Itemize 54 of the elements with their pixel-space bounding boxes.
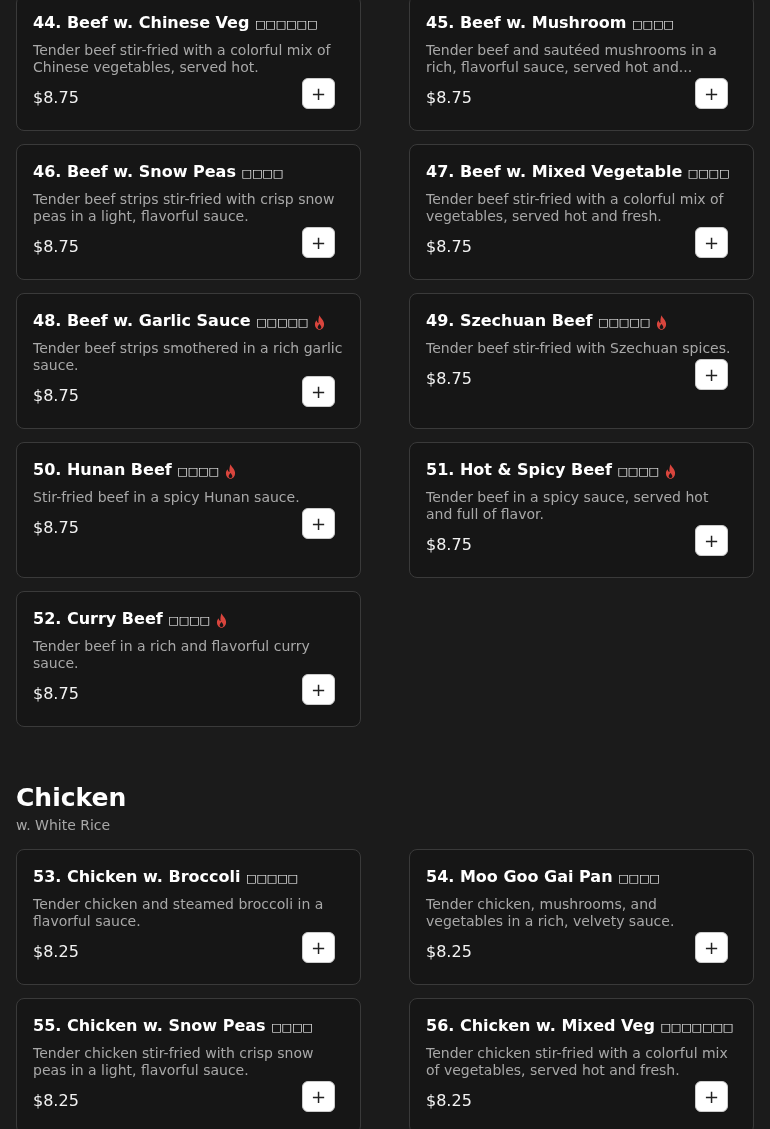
item-description: Tender chicken stir-fried with a colorful mix of vegetables, served hot and fresh. [426, 1045, 729, 1079]
add-button[interactable]: + [695, 78, 728, 109]
item-description: Tender beef stir-fried with a colorful mix of Chinese vegetables, served hot. [33, 42, 332, 76]
item-description: Tender beef strips smothered in a rich garlic sauce. [33, 340, 344, 374]
item-description: Tender beef stir-fried with Szechuan spices. [426, 340, 732, 357]
item-description: Tender beef and sautéed mushrooms in a rich, flavorful sauce, served hot and... [426, 42, 718, 76]
item-price: $8.75 [426, 535, 472, 555]
add-button[interactable]: + [302, 1081, 335, 1112]
item-name: 44. Beef w. Chinese Veg □□□□□□ [33, 12, 318, 34]
item-price: $8.75 [33, 684, 79, 704]
add-button[interactable]: + [695, 227, 728, 258]
item-description: Tender chicken and steamed broccoli in a flavorful sauce. [33, 896, 325, 930]
section-subtitle: w. White Rice [16, 817, 112, 833]
section-title: Chicken [16, 783, 128, 813]
item-description: Stir-fried beef in a spicy Hunan sauce. [33, 489, 301, 506]
add-button[interactable]: + [302, 932, 335, 963]
item-name: 56. Chicken w. Mixed Veg □□□□□□□ [426, 1015, 734, 1037]
item-name: 55. Chicken w. Snow Peas □□□□ [33, 1015, 313, 1037]
item-name: 52. Curry Beef □□□□ [33, 608, 210, 630]
item-price: $8.75 [33, 386, 79, 406]
item-name: 54. Moo Goo Gai Pan □□□□ [426, 866, 660, 888]
item-description: Tender beef stir-fried with a colorful mix of vegetables, served hot and fresh. [426, 191, 725, 225]
item-name: 47. Beef w. Mixed Vegetable □□□□ [426, 161, 730, 183]
item-description: Tender beef in a spicy sauce, served hot and full of flavor. [426, 489, 710, 523]
item-name: 51. Hot & Spicy Beef □□□□ [426, 459, 659, 481]
add-button[interactable]: + [302, 78, 335, 109]
item-price: $8.75 [33, 237, 79, 257]
item-price: $8.75 [426, 369, 472, 389]
item-name: 46. Beef w. Snow Peas □□□□ [33, 161, 284, 183]
add-button[interactable]: + [302, 674, 335, 705]
add-button[interactable]: + [695, 932, 728, 963]
item-name: 45. Beef w. Mushroom □□□□ [426, 12, 674, 34]
item-description: Tender chicken, mushrooms, and vegetables in a rich, velvety sauce. [426, 896, 676, 930]
add-button[interactable]: + [695, 525, 728, 556]
add-button[interactable]: + [302, 227, 335, 258]
item-price: $8.75 [426, 88, 472, 108]
item-description: Tender beef strips stir-fried with crisp snow peas in a light, flavorful sauce. [33, 191, 336, 225]
item-price: $8.25 [426, 942, 472, 962]
item-price: $8.75 [426, 237, 472, 257]
item-name: 53. Chicken w. Broccoli □□□□□ [33, 866, 298, 888]
add-button[interactable]: + [302, 376, 335, 407]
add-button[interactable]: + [695, 359, 728, 390]
item-description: Tender beef in a rich and flavorful curry sauce. [33, 638, 311, 672]
item-name: 49. Szechuan Beef □□□□□ [426, 310, 651, 332]
item-name: 50. Hunan Beef □□□□ [33, 459, 219, 481]
item-price: $8.25 [33, 942, 79, 962]
add-button[interactable]: + [695, 1081, 728, 1112]
item-price: $8.75 [33, 518, 79, 538]
add-button[interactable]: + [302, 508, 335, 539]
item-name: 48. Beef w. Garlic Sauce □□□□□ [33, 310, 309, 332]
item-price: $8.75 [33, 88, 79, 108]
item-description: Tender chicken stir-fried with crisp snow peas in a light, flavorful sauce. [33, 1045, 315, 1079]
item-price: $8.25 [33, 1091, 79, 1111]
item-price: $8.25 [426, 1091, 472, 1111]
